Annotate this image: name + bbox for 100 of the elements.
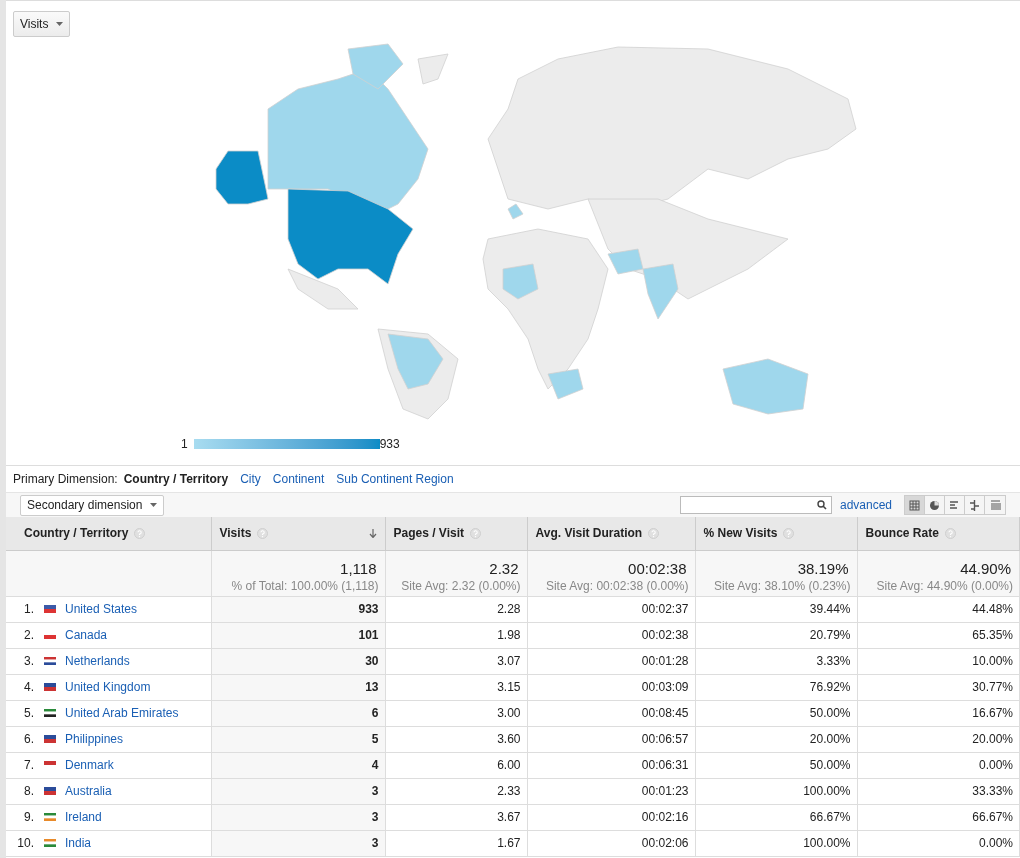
table-cell: 1.98 (385, 622, 527, 648)
table-cell: 00:06:57 (527, 726, 695, 752)
table-cell: 65.35% (857, 622, 1020, 648)
help-icon (257, 527, 269, 539)
country-link[interactable]: Denmark (65, 756, 114, 774)
row-rank: 3. (23, 653, 34, 670)
total-value: 1,118 (339, 559, 377, 577)
row-rank: 8. (23, 783, 34, 800)
country-link[interactable]: Canada (65, 626, 108, 644)
column-header[interactable]: Visits (211, 517, 385, 550)
flag-icon (44, 683, 56, 691)
pivot-table-icon (989, 499, 1001, 511)
comparison-icon (969, 499, 980, 511)
table-cell: 1.67 (385, 830, 527, 856)
table-cell: 00:01:28 (527, 648, 695, 674)
table-cell: 4 (211, 752, 385, 778)
table-cell: 100.00% (695, 830, 857, 856)
table-cell: 66.67% (857, 804, 1020, 830)
table-cell: 3 (211, 804, 385, 830)
table-cell: 33.33% (857, 778, 1020, 804)
legend-max: 933 (379, 436, 400, 453)
legend-min: 1 (181, 436, 188, 453)
total-value: 00:02:38 (627, 559, 687, 577)
table-cell: 16.67% (857, 700, 1020, 726)
table-view-icon (909, 499, 920, 511)
row-rank: 6. (23, 731, 34, 748)
table-cell: 6 (211, 700, 385, 726)
country-link[interactable]: India (65, 834, 92, 852)
total-value: 44.90% (959, 559, 1011, 577)
country-link[interactable]: United Kingdom (65, 678, 151, 696)
table-cell: 3 (211, 778, 385, 804)
secondary-dimension-dropdown[interactable]: Secondary dimension (20, 494, 165, 516)
table-cell: 00:06:31 (527, 752, 695, 778)
dimension-link[interactable]: Country / Territory (123, 470, 229, 488)
table-cell: 3.33% (695, 648, 857, 674)
column-header[interactable]: Avg. Visit Duration (527, 517, 695, 550)
sort-descending-icon (368, 528, 377, 538)
search-icon (816, 500, 827, 510)
table-cell: 00:02:37 (527, 596, 695, 622)
table-cell: 00:02:06 (527, 830, 695, 856)
table-cell: 44.48% (857, 596, 1020, 622)
row-rank: 7. (23, 757, 34, 774)
row-rank: 5. (23, 705, 34, 722)
dimension-link[interactable]: City (240, 470, 261, 488)
total-value: 2.32 (488, 559, 519, 577)
help-icon (134, 527, 146, 539)
table-cell: 20.79% (695, 622, 857, 648)
primary-dimension-label: Primary Dimension: (13, 471, 118, 488)
table-cell: 5 (211, 726, 385, 752)
country-link[interactable]: United Arab Emirates (65, 704, 179, 722)
table-cell: 39.44% (695, 596, 857, 622)
table-cell: 3.60 (385, 726, 527, 752)
dimension-link[interactable]: Sub Continent Region (336, 470, 454, 488)
flag-icon (44, 813, 56, 821)
column-header[interactable]: Country / Territory (6, 517, 211, 550)
dimension-link[interactable]: Continent (272, 470, 325, 488)
total-note: % of Total: 100.00% (1,118) (230, 577, 379, 595)
table-cell: 3.15 (385, 674, 527, 700)
table-cell: 50.00% (695, 752, 857, 778)
flag-icon (44, 709, 56, 717)
row-rank: 1. (23, 601, 34, 618)
search-field[interactable] (679, 496, 832, 514)
table-cell: 0.00% (857, 752, 1020, 778)
help-icon (470, 527, 481, 539)
row-rank: 10. (16, 835, 34, 852)
flag-icon (44, 605, 56, 613)
country-link[interactable]: Philippines (65, 730, 124, 748)
total-note: Site Avg: 00:02:38 (0.00%) (544, 577, 689, 595)
caret-icon (56, 22, 64, 26)
table-cell: 6.00 (385, 752, 527, 778)
table-cell: 00:01:23 (527, 778, 695, 804)
flag-icon (44, 787, 56, 795)
column-header[interactable]: Pages / Visit (385, 517, 527, 550)
country-link[interactable]: Netherlands (65, 652, 130, 670)
view-table-button[interactable] (905, 496, 925, 514)
bar-chart-icon (949, 499, 960, 511)
advanced-link[interactable]: advanced (839, 496, 892, 514)
total-note: Site Avg: 38.10% (0.23%) (712, 577, 851, 595)
country-link[interactable]: Australia (65, 782, 112, 800)
table-cell: 2.28 (385, 596, 527, 622)
column-header[interactable]: Bounce Rate (857, 517, 1020, 550)
country-link[interactable]: United States (65, 600, 138, 618)
table-cell: 3.67 (385, 804, 527, 830)
table-cell: 00:02:38 (527, 622, 695, 648)
table-cell: 933 (211, 596, 385, 622)
table-cell: 10.00% (857, 648, 1020, 674)
table-cell: 0.00% (857, 830, 1020, 856)
row-rank: 4. (23, 679, 34, 696)
table-cell: 66.67% (695, 804, 857, 830)
table-cell: 30.77% (857, 674, 1020, 700)
table-cell: 100.00% (695, 778, 857, 804)
flag-icon (44, 735, 56, 743)
metric-dropdown[interactable]: Visits (13, 11, 71, 37)
help-icon (783, 527, 795, 539)
column-header[interactable]: % New Visits (695, 517, 857, 550)
help-icon (648, 527, 660, 539)
country-link[interactable]: Ireland (65, 808, 102, 826)
table-cell: 76.92% (695, 674, 857, 700)
table-cell: 2.33 (385, 778, 527, 804)
total-value: 38.19% (796, 559, 849, 577)
